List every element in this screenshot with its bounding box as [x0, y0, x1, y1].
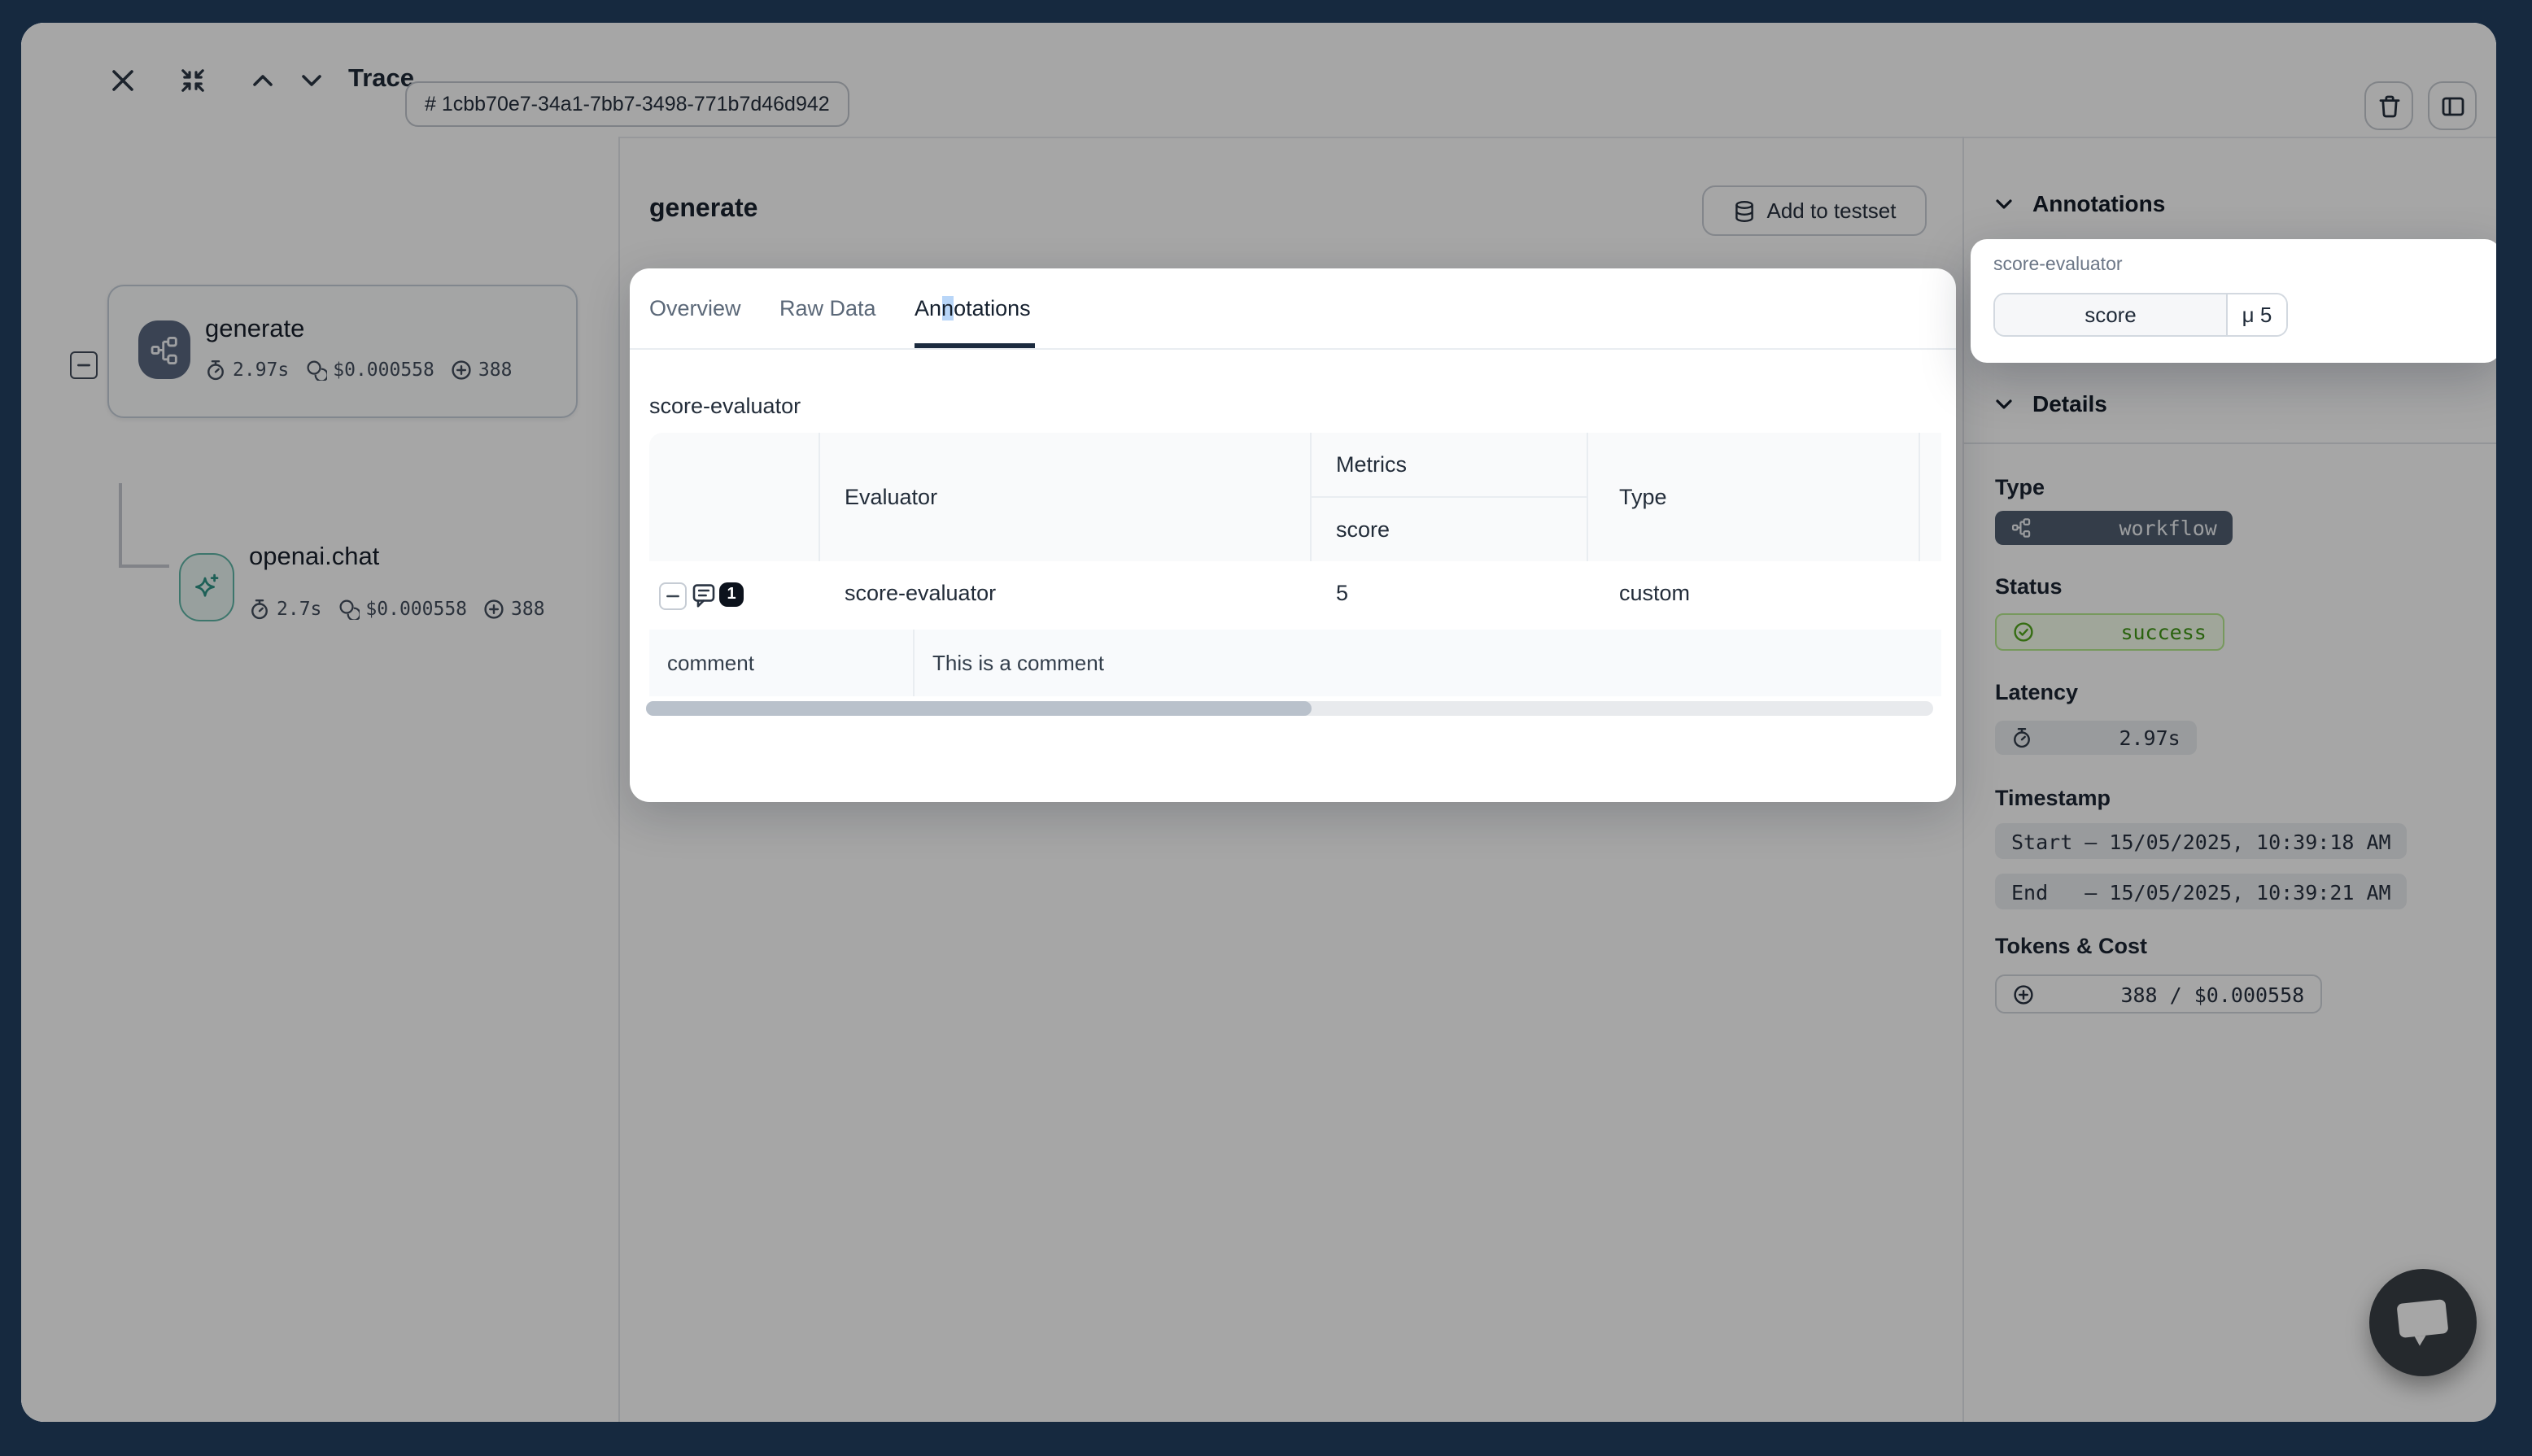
cell-evaluator: score-evaluator — [845, 581, 996, 605]
col-header-type: Type — [1619, 485, 1667, 509]
col-header-metrics: Metrics — [1336, 452, 1407, 477]
score-metric-name[interactable]: score — [1995, 294, 2228, 335]
popover-evaluator-label: score-evaluator — [1993, 255, 2123, 275]
active-tab-underline — [915, 343, 1035, 348]
tab-bar: Overview Raw Data Annotations — [630, 268, 1956, 350]
collapse-row-button[interactable] — [659, 582, 687, 610]
annotation-detail-row: comment This is a comment — [649, 630, 1941, 696]
tab-overview[interactable]: Overview — [649, 268, 741, 348]
trace-drawer-window: Trace # 1cbb70e7-34a1-7bb7-3498-771b7d46… — [21, 23, 2496, 1422]
horizontal-scrollbar[interactable] — [646, 701, 1933, 716]
annotations-tab-panel: Overview Raw Data Annotations score-eval… — [630, 268, 1956, 802]
table-header — [649, 433, 1941, 563]
score-metric-control[interactable]: score μ 5 — [1993, 293, 2288, 337]
annotation-table-row[interactable]: 1 score-evaluator 5 custom — [649, 561, 1941, 631]
annotations-table: Evaluator Metrics score Type 1 — [649, 433, 1941, 696]
comment-icon[interactable] — [692, 582, 716, 608]
screen: Trace # 1cbb70e7-34a1-7bb7-3498-771b7d46… — [0, 0, 2532, 1456]
cell-score: 5 — [1336, 581, 1348, 605]
evaluator-group-title: score-evaluator — [649, 394, 801, 418]
tab-annotations[interactable]: Annotations — [915, 268, 1031, 348]
detail-value: This is a comment — [932, 651, 1104, 675]
cell-type: custom — [1619, 581, 1690, 605]
annotation-popover-card: score-evaluator score μ 5 — [1971, 239, 2496, 363]
horizontal-scrollbar-thumb[interactable] — [646, 701, 1312, 716]
tab-raw-data[interactable]: Raw Data — [779, 268, 876, 348]
col-header-evaluator: Evaluator — [845, 485, 937, 509]
annotations-table-inner: Evaluator Metrics score Type 1 — [649, 433, 1941, 696]
col-subheader-score: score — [1336, 517, 1390, 542]
score-aggregate-value[interactable]: μ 5 — [2228, 294, 2286, 335]
detail-key: comment — [667, 651, 754, 675]
comment-count-badge[interactable]: 1 — [719, 582, 744, 607]
text-selection-highlight: n — [941, 296, 954, 320]
